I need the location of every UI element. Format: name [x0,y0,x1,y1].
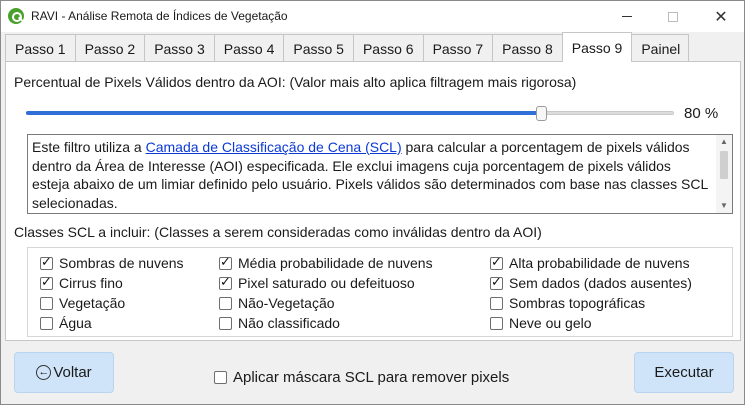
checkbox-icon[interactable] [40,255,53,270]
checkbox-icon[interactable] [40,296,53,310]
checkbox-label: Vegetação [59,295,126,311]
description-prefix: Este filtro utiliza a [32,139,146,155]
checkbox-nao-classificado[interactable]: Não classificado [219,315,340,331]
checkbox-icon[interactable] [40,275,53,290]
checkbox-label: Neve ou gelo [509,315,592,331]
description-text: Este filtro utiliza a Camada de Classifi… [32,138,712,212]
checkbox-icon[interactable] [490,275,503,290]
tab-bar: Passo 1 Passo 2 Passo 3 Passo 4 Passo 5 … [5,32,690,62]
checkbox-label: Não classificado [238,315,340,331]
tab-passo-9[interactable]: Passo 9 [561,32,633,62]
scl-link[interactable]: Camada de Classificação de Cena (SCL) [146,139,402,155]
checkbox-label: Alta probabilidade de nuvens [509,255,690,271]
checkbox-label: Pixel saturado ou defeituoso [238,275,415,291]
maximize-button[interactable] [650,1,696,32]
checkbox-icon[interactable] [214,371,227,384]
checkbox-icon[interactable] [490,296,503,310]
checkbox-icon[interactable] [219,275,232,290]
tab-painel[interactable]: Painel [631,34,690,62]
checkbox-label: Sem dados (dados ausentes) [509,275,692,291]
checkbox-cirrus-fino[interactable]: Cirrus fino [40,275,123,291]
checkbox-sombras-de-nuvens[interactable]: Sombras de nuvens [40,255,184,271]
checkbox-label: Sombras de nuvens [59,255,184,271]
checkbox-nao-vegetacao[interactable]: Não-Vegetação [219,295,335,311]
checkbox-icon[interactable] [219,296,232,310]
description-textbox[interactable]: Este filtro utiliza a Camada de Classifi… [27,134,733,214]
maximize-icon [668,11,678,22]
close-button[interactable]: ✕ [698,1,744,32]
run-button-label: Executar [654,364,714,381]
title-bar: RAVI - Análise Remota de Índices de Vege… [1,1,744,32]
tab-passo-1[interactable]: Passo 1 [5,34,76,62]
checkbox-vegetacao[interactable]: Vegetação [40,295,125,311]
checkbox-neve-ou-gelo[interactable]: Neve ou gelo [490,315,592,331]
checkbox-agua[interactable]: Água [40,315,92,331]
checkbox-icon[interactable] [490,255,503,270]
back-button-label: Voltar [53,364,92,381]
minimize-button[interactable] [604,1,650,32]
main-window: RAVI - Análise Remota de Índices de Vege… [0,0,745,405]
checkbox-label: Média probabilidade de nuvens [238,255,433,271]
checkbox-label: Cirrus fino [59,275,123,291]
tab-content-panel: Percentual de Pixels Válidos dentro da A… [5,61,741,341]
checkbox-pixel-saturado[interactable]: Pixel saturado ou defeituoso [219,275,415,291]
checkbox-icon[interactable] [219,316,232,330]
valid-pixels-slider[interactable] [26,106,674,122]
tab-passo-6[interactable]: Passo 6 [352,34,424,62]
description-scrollbar[interactable]: ▲ ▼ [716,135,732,213]
checkbox-label: Não-Vegetação [238,295,335,311]
scroll-thumb[interactable] [720,151,728,179]
scroll-down-icon[interactable]: ▼ [716,199,732,213]
qgis-logo-icon [8,8,24,24]
checkbox-icon[interactable] [219,255,232,270]
checkbox-alta-probabilidade-de-nuvens[interactable]: Alta probabilidade de nuvens [490,255,690,271]
scl-classes-group: Sombras de nuvens Média probabilidade de… [27,247,733,337]
checkbox-label: Água [59,315,92,331]
checkbox-sombras-topograficas[interactable]: Sombras topográficas [490,295,645,311]
tab-passo-7[interactable]: Passo 7 [422,34,494,62]
valid-pixels-label: Percentual de Pixels Válidos dentro da A… [14,74,577,90]
tab-passo-5[interactable]: Passo 5 [283,34,354,62]
checkbox-icon[interactable] [40,316,53,330]
scl-classes-label: Classes SCL a incluir: (Classes a serem … [14,224,542,240]
run-button[interactable]: Executar [634,352,734,393]
minimize-icon [622,16,632,17]
tab-passo-2[interactable]: Passo 2 [74,34,146,62]
slider-fill [26,111,540,115]
checkbox-label: Sombras topográficas [509,295,646,311]
checkbox-icon[interactable] [490,316,503,330]
apply-scl-mask-label: Aplicar máscara SCL para remover pixels [233,369,510,386]
tab-passo-3[interactable]: Passo 3 [144,34,215,62]
window-title: RAVI - Análise Remota de Índices de Vege… [31,9,288,23]
slider-value-readout: 80 % [684,105,719,122]
apply-scl-mask-checkbox[interactable]: Aplicar máscara SCL para remover pixels [214,369,509,386]
slider-handle[interactable] [536,106,547,121]
back-button[interactable]: ← Voltar [14,352,114,393]
checkbox-media-probabilidade-de-nuvens[interactable]: Média probabilidade de nuvens [219,255,433,271]
close-icon: ✕ [714,8,728,26]
scroll-up-icon[interactable]: ▲ [716,135,732,149]
back-arrow-icon: ← [36,365,52,380]
tab-passo-8[interactable]: Passo 8 [492,34,563,62]
checkbox-sem-dados[interactable]: Sem dados (dados ausentes) [490,275,692,291]
tab-passo-4[interactable]: Passo 4 [213,34,285,62]
